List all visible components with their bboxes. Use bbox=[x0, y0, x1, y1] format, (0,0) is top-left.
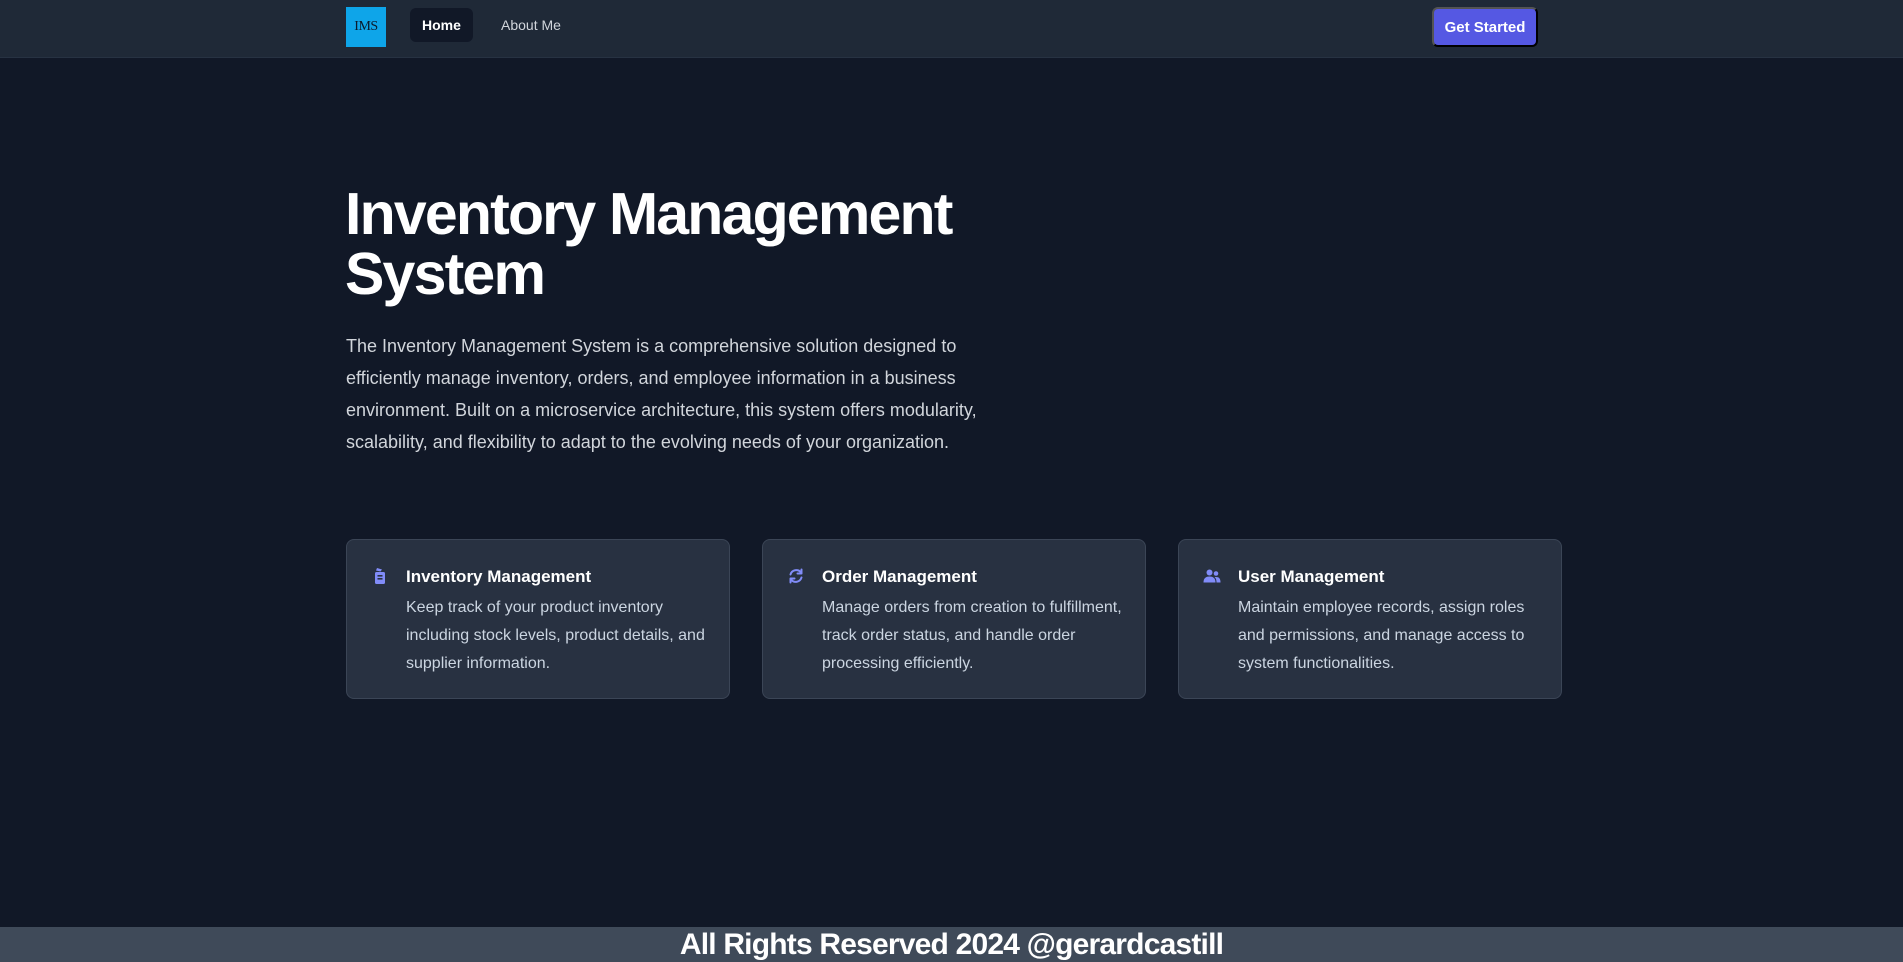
refresh-icon bbox=[789, 568, 803, 584]
feature-title: Inventory Management bbox=[406, 567, 592, 586]
get-started-button[interactable]: Get Started bbox=[1432, 7, 1538, 47]
feature-card-users: User Management Maintain employee record… bbox=[1178, 539, 1562, 699]
ims-logo[interactable]: IMS bbox=[346, 7, 386, 47]
feature-card-orders: Order Management Manage orders from crea… bbox=[762, 539, 1146, 699]
feature-description: Keep track of your product inventory inc… bbox=[406, 599, 705, 672]
feature-title: Order Management bbox=[822, 567, 977, 586]
feature-card-inventory: Inventory Management Keep track of your … bbox=[346, 539, 730, 699]
feature-title: User Management bbox=[1238, 567, 1385, 586]
hero-title: Inventory Management System bbox=[345, 181, 953, 307]
feature-description: Manage orders from creation to fulfillme… bbox=[822, 599, 1122, 672]
users-icon bbox=[1203, 569, 1221, 583]
inventory-icon bbox=[375, 568, 385, 584]
navbar: IMS Home About Me Get Started bbox=[0, 0, 1903, 58]
feature-description: Maintain employee records, assign roles … bbox=[1238, 599, 1525, 672]
footer-copyright: All Rights Reserved 2024 @gerardcastill bbox=[679, 927, 1224, 961]
hero-description: The Inventory Management System is a com… bbox=[346, 336, 977, 452]
nav-link-home[interactable]: Home bbox=[410, 8, 473, 42]
nav-link-about-me[interactable]: About Me bbox=[489, 8, 573, 42]
footer: All Rights Reserved 2024 @gerardcastill bbox=[0, 927, 1903, 962]
